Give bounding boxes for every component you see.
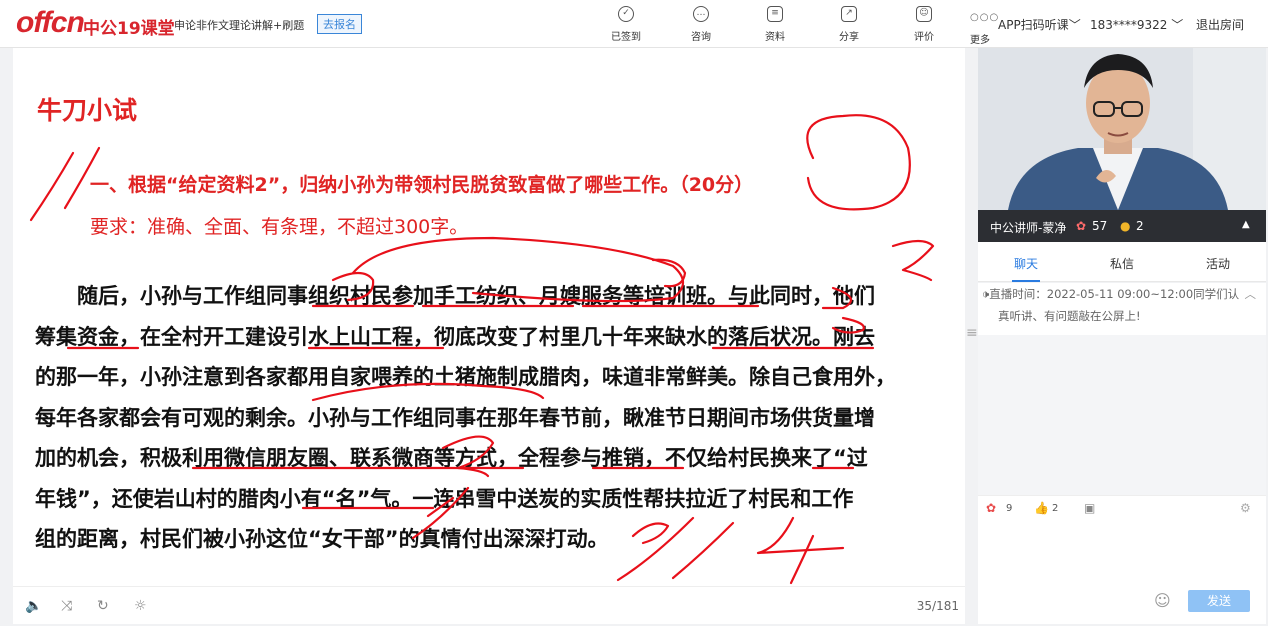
top-bar: offcn 中公19课堂 申论非作文理论讲解+刷题 去报名 ✓ 已签到 … 咨询… bbox=[0, 0, 1268, 48]
requirement-text: 要求：准确、全面、有条理，不超过300字。 bbox=[90, 216, 469, 238]
checkin-icon: ✓ bbox=[618, 6, 634, 22]
emoji-icon[interactable]: ☺ bbox=[1154, 591, 1171, 610]
tab-chat[interactable]: 聊天 bbox=[1014, 255, 1038, 272]
live-video bbox=[978, 48, 1266, 210]
exit-room-button[interactable]: 退出房间 bbox=[1196, 16, 1244, 33]
paragraph-line: 每年各家都会有可观的剩余。小孙与工作组同事在那年春节前，瞅准节日期间市场供货量增 bbox=[35, 405, 875, 430]
checkin-button[interactable]: ✓ 已签到 bbox=[606, 6, 646, 43]
volume-icon[interactable]: 🔈 bbox=[25, 598, 42, 614]
drag-handle-icon[interactable]: ≡ bbox=[966, 325, 978, 341]
paragraph-line: 年钱”，还使岩山村的腊肉小有“名”气。一连串雪中送炭的实质性帮扶拉近了村民和工作 bbox=[35, 486, 854, 511]
signup-button[interactable]: 去报名 bbox=[317, 14, 362, 34]
chevron-up-icon[interactable]: ︿ bbox=[1245, 283, 1257, 305]
share-button[interactable]: ↗ 分享 bbox=[829, 6, 869, 43]
more-label[interactable]: 更多 bbox=[970, 31, 990, 46]
user-menu[interactable]: 183****9322 ﹀ bbox=[1090, 16, 1183, 33]
flower-tool-count: 9 bbox=[1006, 503, 1013, 514]
chat-toolbar: ✿ 9 👍 2 ▣ ⚙ bbox=[978, 495, 1266, 523]
refresh-icon[interactable]: ↻ bbox=[97, 598, 109, 614]
notice-line-1: 直播时间：2022-05-11 09:00~12:00同学们认 bbox=[989, 287, 1240, 301]
shuffle-icon[interactable]: ⤨ bbox=[61, 598, 72, 614]
course-title: 申论非作文理论讲解+刷题 bbox=[174, 19, 305, 32]
send-flower-icon[interactable]: ✿ bbox=[986, 501, 996, 515]
teacher-info-bar: 中公讲师-蒙净 ✿ 57 ● 2 ▲ bbox=[978, 210, 1266, 242]
tab-private-message[interactable]: 私信 bbox=[1110, 255, 1134, 272]
player-controls: 🔈 ⤨ ↻ ☼ 35/181 bbox=[13, 586, 965, 624]
slide-title: 牛刀小试 bbox=[37, 96, 138, 125]
brand-name: 中公19课堂 bbox=[83, 19, 175, 39]
more-icon[interactable]: ○○○ bbox=[970, 12, 999, 23]
brightness-icon[interactable]: ☼ bbox=[134, 598, 147, 614]
material-paragraph: 随后，小孙与工作组同事组织村民参加手工纺织、月嫂服务等培训班。与此同时，他们 筹… bbox=[35, 276, 945, 560]
flower-icon: ✿ bbox=[1076, 219, 1087, 233]
offcn-logo: offcn bbox=[16, 6, 85, 39]
share-icon: ↗ bbox=[841, 6, 857, 22]
question-text: 一、根据“给定资料2”，归纳小孙为带领村民脱贫致富做了哪些工作。（20分） bbox=[90, 174, 754, 196]
coin-icon: ● bbox=[1120, 219, 1131, 233]
paragraph-line: 组的距离，村民们被小孙这位“女干部”的真情付出深深打动。 bbox=[35, 527, 609, 551]
image-icon[interactable]: ▣ bbox=[1084, 501, 1095, 515]
page-indicator: 35/181 bbox=[916, 599, 959, 613]
chevron-down-icon: ﹀ bbox=[1068, 18, 1081, 32]
share-label: 分享 bbox=[839, 32, 859, 43]
collapse-icon[interactable]: ▲ bbox=[1242, 219, 1250, 230]
checkin-label: 已签到 bbox=[611, 32, 641, 43]
send-button[interactable]: 发送 bbox=[1188, 590, 1250, 612]
app-scan-link[interactable]: APP扫码听课﹀ bbox=[998, 16, 1081, 33]
flower-count: 57 bbox=[1092, 219, 1108, 233]
teacher-name: 中公讲师-蒙净 bbox=[990, 221, 1067, 235]
slide-area: 牛刀小试 一、根据“给定资料2”，归纳小孙为带领村民脱贫致富做了哪些工作。（20… bbox=[13, 48, 965, 586]
rating-label: 评价 bbox=[914, 32, 934, 43]
like-tool-count: 2 bbox=[1052, 503, 1059, 514]
chat-messages bbox=[978, 335, 1266, 495]
rating-button[interactable]: ☺ 评价 bbox=[904, 6, 944, 43]
consult-icon: … bbox=[693, 6, 709, 22]
paragraph-line: 的那一年，小孙注意到各家都用自家喂养的土猪施制成腊肉，味道非常鲜美。除自己食用外… bbox=[35, 365, 896, 389]
user-phone: 183****9322 bbox=[1090, 18, 1168, 32]
consult-label: 咨询 bbox=[691, 32, 711, 43]
paragraph-line: 筹集资金，在全村开工建设引水上山工程，彻底改变了村里几十年来缺水的落后状况。刚去 bbox=[35, 324, 875, 349]
chevron-down-icon: ﹀ bbox=[1167, 18, 1184, 32]
materials-icon: ≡ bbox=[767, 6, 783, 22]
materials-button[interactable]: ≡ 资料 bbox=[755, 6, 795, 43]
notice-line-2: 真听讲、有问题敲在公屏上! bbox=[998, 309, 1141, 323]
chat-tabs: 聊天 私信 活动 bbox=[978, 242, 1266, 282]
tab-activity[interactable]: 活动 bbox=[1206, 255, 1230, 272]
coin-count: 2 bbox=[1136, 219, 1144, 233]
like-icon[interactable]: 👍 bbox=[1034, 501, 1049, 515]
consult-button[interactable]: … 咨询 bbox=[681, 6, 721, 43]
rating-icon: ☺ bbox=[916, 6, 932, 22]
settings-icon[interactable]: ⚙ bbox=[1240, 501, 1251, 515]
paragraph-line: 随后，小孙与工作组同事组织村民参加手工纺织、月嫂服务等培训班。与此同时，他们 bbox=[35, 284, 875, 308]
app-scan-label: APP扫码听课 bbox=[998, 18, 1069, 32]
teacher-video-frame bbox=[978, 48, 1266, 210]
materials-label: 资料 bbox=[765, 32, 785, 43]
paragraph-line: 加的机会，积极利用微信朋友圈、联系微商等方式，全程参与推销，不仅给村民换来了“过 bbox=[35, 446, 868, 470]
active-tab-indicator bbox=[1012, 280, 1040, 282]
live-notice: 🕩直播时间：2022-05-11 09:00~12:00同学们认 真听讲、有问题… bbox=[978, 283, 1266, 335]
